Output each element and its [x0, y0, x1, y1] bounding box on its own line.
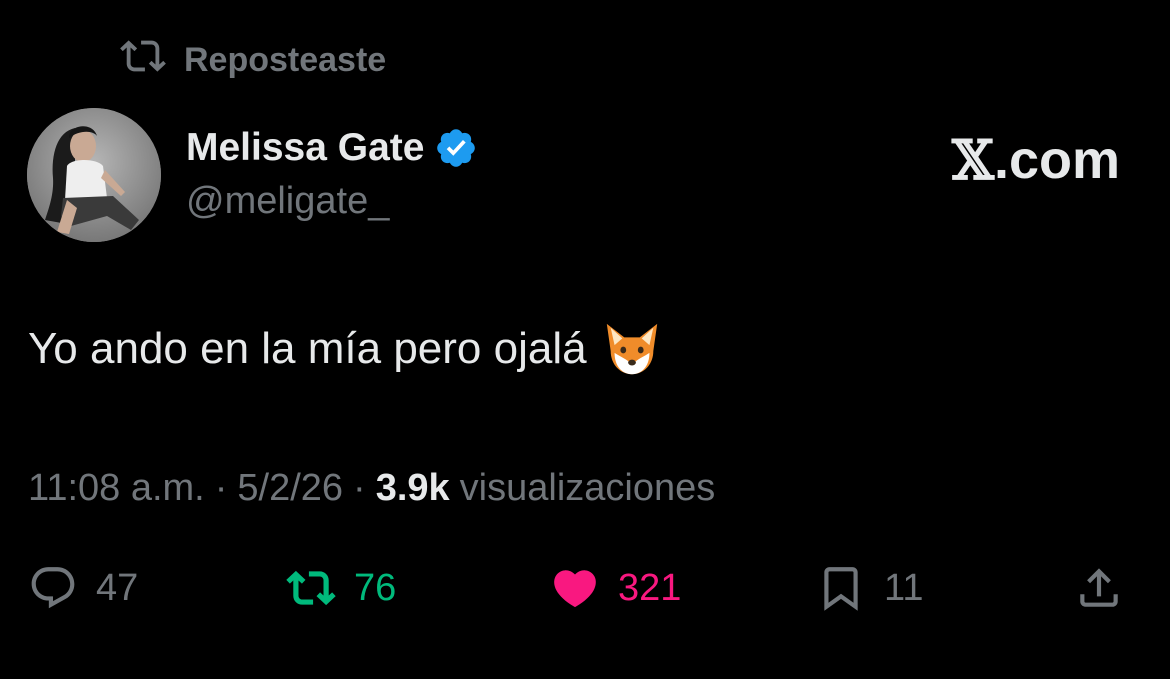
action-bar: 47 76 321 11 [0, 556, 1170, 620]
repost-icon [286, 563, 336, 613]
views-label: visualizaciones [459, 466, 716, 509]
repost-context[interactable]: Reposteaste [120, 38, 386, 82]
reply-button[interactable]: 47 [28, 556, 138, 620]
share-button[interactable] [1074, 556, 1124, 620]
tweet-screenshot: Reposteaste Melissa Gate @meligate_ 𝕏 .c… [0, 0, 1170, 679]
like-button[interactable]: 321 [550, 556, 681, 620]
bookmark-icon [816, 563, 866, 613]
author-display-name[interactable]: Melissa Gate [186, 126, 424, 170]
author-name-row[interactable]: Melissa Gate [186, 124, 478, 172]
repost-count: 76 [354, 566, 397, 609]
meta-separator: · [353, 466, 366, 509]
bookmark-button[interactable]: 11 [816, 556, 923, 620]
meta-separator: · [214, 466, 228, 509]
like-count: 321 [618, 566, 682, 609]
repost-icon [120, 33, 166, 88]
reply-count: 47 [96, 566, 139, 609]
brand-domain-suffix: .com [993, 130, 1120, 190]
x-logo-icon: 𝕏 [952, 128, 994, 192]
verified-badge-icon [434, 126, 478, 170]
tweet-time[interactable]: 11:08 a.m. [28, 467, 205, 510]
tweet-date[interactable]: 5/2/26 [237, 467, 343, 510]
tweet-body: Yo ando en la mía pero ojalá [28, 318, 663, 380]
fox-face-emoji-icon [601, 318, 663, 380]
author-handle[interactable]: @meligate_ [186, 180, 389, 223]
repost-button[interactable]: 76 [286, 556, 396, 620]
tweet-meta: 11:08 a.m. · 5/2/26 · 3.9k visualizacion… [28, 462, 715, 514]
repost-context-label: Reposteaste [184, 40, 387, 79]
share-icon [1074, 563, 1124, 613]
avatar[interactable] [27, 108, 161, 242]
heart-icon [550, 563, 600, 613]
brand-watermark: 𝕏 .com [952, 128, 1120, 192]
reply-icon [28, 563, 78, 613]
bookmark-count: 11 [884, 566, 924, 609]
views-count[interactable]: 3.9k [376, 467, 450, 510]
tweet-text: Yo ando en la mía pero ojalá [28, 324, 587, 373]
